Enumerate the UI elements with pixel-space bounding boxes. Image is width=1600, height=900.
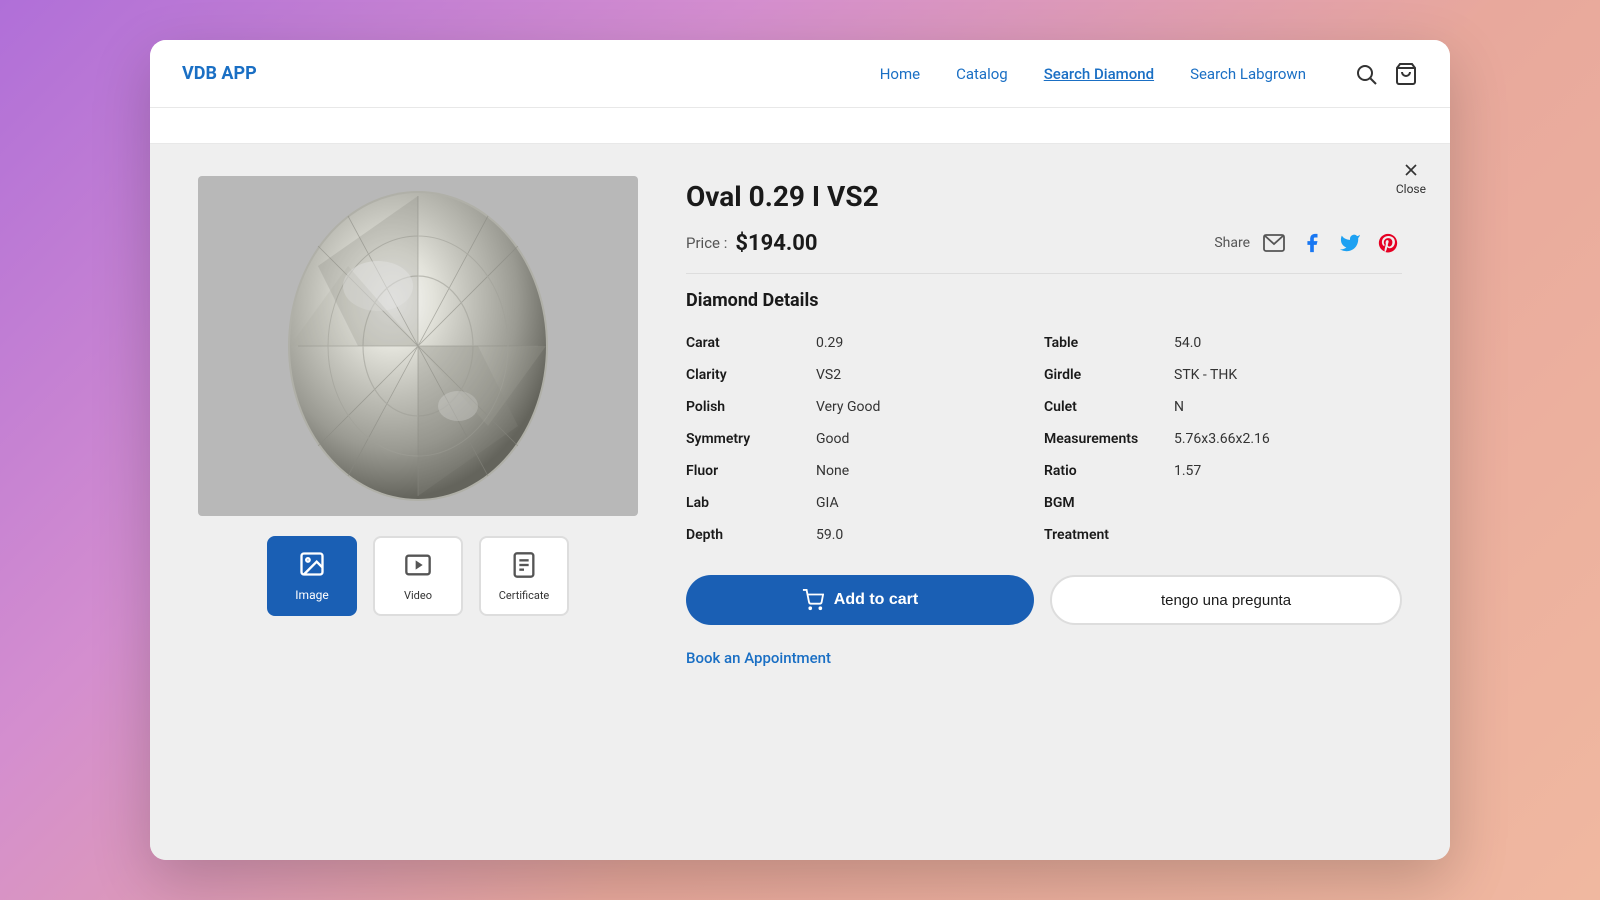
share-facebook-icon[interactable] — [1298, 229, 1326, 257]
details-grid: Carat 0.29 Clarity VS2 Polish Very Good … — [686, 327, 1402, 551]
diamond-image-container — [198, 176, 638, 516]
nav-search-diamond[interactable]: Search Diamond — [1044, 65, 1154, 83]
sub-header — [150, 108, 1450, 144]
thumb-video-label: Video — [404, 589, 432, 602]
nav-search-labgrown[interactable]: Search Labgrown — [1190, 65, 1306, 83]
detail-girdle: Girdle STK - THK — [1044, 359, 1402, 391]
close-label: Close — [1396, 182, 1426, 196]
action-row: Add to cart tengo una pregunta — [686, 575, 1402, 625]
detail-fluor: Fluor None — [686, 455, 1044, 487]
thumb-certificate[interactable]: Certificate — [479, 536, 569, 616]
detail-lab: Lab GIA — [686, 487, 1044, 519]
close-button[interactable]: Close — [1396, 160, 1426, 196]
nav-home[interactable]: Home — [880, 65, 920, 83]
diamond-image — [198, 176, 638, 516]
detail-measurements: Measurements 5.76x3.66x2.16 — [1044, 423, 1402, 455]
price-value: $194.00 — [735, 231, 1214, 256]
thumbnail-row: Image Video — [267, 536, 569, 616]
appointment-link[interactable]: Book an Appointment — [686, 649, 1402, 667]
image-thumb-icon — [298, 550, 326, 584]
thumb-video[interactable]: Video — [373, 536, 463, 616]
detail-polish: Polish Very Good — [686, 391, 1044, 423]
thumb-image[interactable]: Image — [267, 536, 357, 616]
detail-depth: Depth 59.0 — [686, 519, 1044, 551]
detail-culet: Culet N — [1044, 391, 1402, 423]
detail-treatment: Treatment — [1044, 519, 1402, 551]
header: VDB APP Home Catalog Search Diamond Sear… — [150, 40, 1450, 108]
search-icon[interactable] — [1354, 62, 1378, 86]
app-logo: VDB APP — [182, 63, 257, 84]
price-row: Price : $194.00 Share — [686, 229, 1402, 274]
detail-ratio: Ratio 1.57 — [1044, 455, 1402, 487]
share-pinterest-icon[interactable] — [1374, 229, 1402, 257]
right-column: Oval 0.29 I VS2 Price : $194.00 Share — [686, 176, 1402, 828]
thumb-image-label: Image — [295, 588, 328, 602]
diamond-title: Oval 0.29 I VS2 — [686, 180, 1402, 213]
share-twitter-icon[interactable] — [1336, 229, 1364, 257]
detail-bgm: BGM — [1044, 487, 1402, 519]
video-thumb-icon — [404, 551, 432, 585]
cart-btn-icon — [802, 589, 824, 611]
cart-icon[interactable] — [1394, 62, 1418, 86]
add-to-cart-button[interactable]: Add to cart — [686, 575, 1034, 625]
detail-table: Table 54.0 — [1044, 327, 1402, 359]
details-left-col: Carat 0.29 Clarity VS2 Polish Very Good … — [686, 327, 1044, 551]
nav: Home Catalog Search Diamond Search Labgr… — [880, 65, 1306, 83]
share-email-icon[interactable] — [1260, 229, 1288, 257]
add-to-cart-label: Add to cart — [834, 591, 918, 609]
nav-catalog[interactable]: Catalog — [956, 65, 1008, 83]
detail-carat: Carat 0.29 — [686, 327, 1044, 359]
app-window: VDB APP Home Catalog Search Diamond Sear… — [150, 40, 1450, 860]
share-label: Share — [1214, 235, 1250, 251]
details-right-col: Table 54.0 Girdle STK - THK Culet N Meas… — [1044, 327, 1402, 551]
main-content: Close — [150, 144, 1450, 860]
header-icons — [1354, 62, 1418, 86]
detail-symmetry: Symmetry Good — [686, 423, 1044, 455]
detail-clarity: Clarity VS2 — [686, 359, 1044, 391]
diamond-svg — [258, 186, 578, 506]
price-label: Price : — [686, 234, 727, 252]
certificate-thumb-icon — [510, 551, 538, 585]
left-column: Image Video — [198, 176, 638, 828]
ask-button[interactable]: tengo una pregunta — [1050, 575, 1402, 625]
thumb-certificate-label: Certificate — [499, 589, 550, 602]
details-title: Diamond Details — [686, 290, 1402, 311]
share-row: Share — [1214, 229, 1402, 257]
